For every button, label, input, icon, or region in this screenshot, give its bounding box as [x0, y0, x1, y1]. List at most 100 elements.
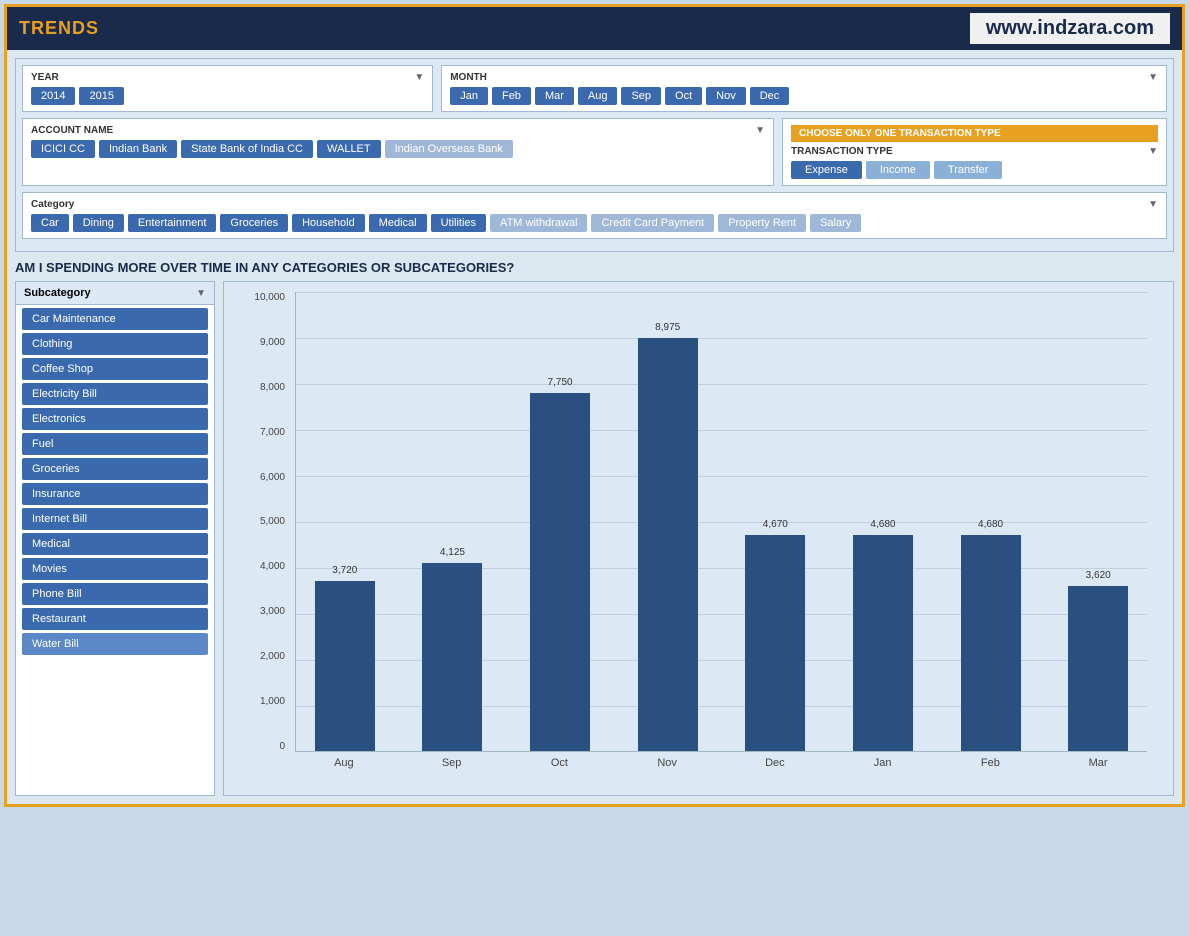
- year-chips: 2014 2015: [31, 87, 424, 105]
- category-chip-property[interactable]: Property Rent: [718, 214, 806, 232]
- category-chip-medical[interactable]: Medical: [369, 214, 427, 232]
- y-label-10000: 10,000: [254, 292, 285, 303]
- x-label-dec: Dec: [726, 757, 824, 782]
- subcategory-item-internet-bill[interactable]: Internet Bill: [22, 508, 208, 530]
- subcategory-item-medical[interactable]: Medical: [22, 533, 208, 555]
- subcategory-item-electricity-bill[interactable]: Electricity Bill: [22, 383, 208, 405]
- account-filter-icon[interactable]: ▼: [755, 125, 765, 136]
- month-chip-sep[interactable]: Sep: [621, 87, 661, 105]
- month-chip-dec[interactable]: Dec: [750, 87, 790, 105]
- bar-group-feb: 4,680: [942, 292, 1040, 751]
- subcategory-item-car-maintenance[interactable]: Car Maintenance: [22, 308, 208, 330]
- subcategory-header: Subcategory ▼: [16, 282, 214, 305]
- bar-oct: 7,750: [530, 393, 590, 751]
- account-chip-sbi[interactable]: State Bank of India CC: [181, 140, 313, 158]
- category-filter-icon[interactable]: ▼: [1148, 199, 1158, 210]
- subcategory-item-groceries[interactable]: Groceries: [22, 458, 208, 480]
- month-chip-mar[interactable]: Mar: [535, 87, 574, 105]
- year-filter-box: YEAR ▼ 2014 2015: [22, 65, 433, 112]
- year-chip-2015[interactable]: 2015: [79, 87, 123, 105]
- category-chip-entertainment[interactable]: Entertainment: [128, 214, 216, 232]
- account-transaction-row: ACCOUNT NAME ▼ ICICI CC Indian Bank Stat…: [22, 118, 1167, 186]
- category-chip-car[interactable]: Car: [31, 214, 69, 232]
- account-chips: ICICI CC Indian Bank State Bank of India…: [31, 140, 765, 158]
- y-label-5000: 5,000: [260, 516, 285, 527]
- x-label-oct: Oct: [511, 757, 609, 782]
- subcategory-item-clothing[interactable]: Clothing: [22, 333, 208, 355]
- month-chip-aug[interactable]: Aug: [578, 87, 618, 105]
- category-chip-dining[interactable]: Dining: [73, 214, 124, 232]
- month-filter-label: MONTH ▼: [450, 72, 1158, 83]
- subcategory-item-electronics[interactable]: Electronics: [22, 408, 208, 430]
- category-chip-salary[interactable]: Salary: [810, 214, 861, 232]
- trans-chip-expense[interactable]: Expense: [791, 161, 862, 179]
- x-label-feb: Feb: [942, 757, 1040, 782]
- category-filter-label: Category ▼: [31, 199, 1158, 210]
- header: TRENDS www.indzara.com: [7, 7, 1182, 50]
- month-chip-nov[interactable]: Nov: [706, 87, 746, 105]
- month-filter-icon[interactable]: ▼: [1148, 72, 1158, 83]
- x-axis-labels: AugSepOctNovDecJanFebMar: [295, 757, 1147, 782]
- subcategory-item-water-bill[interactable]: Water Bill: [22, 633, 208, 655]
- category-row: Category ▼ Car Dining Entertainment Groc…: [22, 192, 1167, 239]
- chart-bars: 3,720 4,125 7,750 8,975 4,670 4,680 4,680 3,620: [295, 292, 1147, 752]
- app-container: TRENDS www.indzara.com YEAR ▼ 2014 2015: [4, 4, 1185, 807]
- account-chip-wallet[interactable]: WALLET: [317, 140, 381, 158]
- main-content: YEAR ▼ 2014 2015 MONTH ▼ Jan: [7, 50, 1182, 804]
- bar-group-sep: 4,125: [404, 292, 502, 751]
- bar-aug: 3,720: [315, 581, 375, 751]
- bar-dec: 4,670: [745, 535, 805, 751]
- bar-value-jan: 4,680: [870, 519, 895, 530]
- trans-chip-income[interactable]: Income: [866, 161, 930, 179]
- subcategory-item-phone-bill[interactable]: Phone Bill: [22, 583, 208, 605]
- category-chip-groceries[interactable]: Groceries: [220, 214, 288, 232]
- category-chip-household[interactable]: Household: [292, 214, 365, 232]
- account-filter-box: ACCOUNT NAME ▼ ICICI CC Indian Bank Stat…: [22, 118, 774, 186]
- year-filter-label: YEAR ▼: [31, 72, 424, 83]
- x-label-nov: Nov: [618, 757, 716, 782]
- bar-mar: 3,620: [1068, 586, 1128, 751]
- subcategory-item-fuel[interactable]: Fuel: [22, 433, 208, 455]
- bar-feb: 4,680: [961, 535, 1021, 751]
- bar-group-dec: 4,670: [727, 292, 825, 751]
- y-label-3000: 3,000: [260, 606, 285, 617]
- bottom-section: Subcategory ▼ Car Maintenance Clothing C…: [15, 281, 1174, 796]
- month-filter-box: MONTH ▼ Jan Feb Mar Aug Sep Oct Nov Dec: [441, 65, 1167, 112]
- category-chip-credit[interactable]: Credit Card Payment: [591, 214, 714, 232]
- transaction-chips: Expense Income Transfer: [791, 161, 1158, 179]
- app-title: TRENDS: [19, 18, 99, 39]
- subcategory-item-coffee-shop[interactable]: Coffee Shop: [22, 358, 208, 380]
- chart-area: 10,000 9,000 8,000 7,000 6,000 5,000 4,0…: [223, 281, 1174, 796]
- trans-chip-transfer[interactable]: Transfer: [934, 161, 1003, 179]
- bar-value-feb: 4,680: [978, 519, 1003, 530]
- account-chip-icici[interactable]: ICICI CC: [31, 140, 95, 158]
- bar-jan: 4,680: [853, 535, 913, 751]
- subcategory-item-restaurant[interactable]: Restaurant: [22, 608, 208, 630]
- month-chip-jan[interactable]: Jan: [450, 87, 488, 105]
- warning-box: CHOOSE ONLY ONE TRANSACTION TYPE: [791, 125, 1158, 142]
- bar-value-dec: 4,670: [763, 519, 788, 530]
- year-chip-2014[interactable]: 2014: [31, 87, 75, 105]
- bar-value-aug: 3,720: [332, 565, 357, 576]
- bar-value-oct: 7,750: [548, 377, 573, 388]
- y-label-9000: 9,000: [260, 337, 285, 348]
- chart-container: 10,000 9,000 8,000 7,000 6,000 5,000 4,0…: [240, 292, 1157, 782]
- x-label-mar: Mar: [1049, 757, 1147, 782]
- year-filter-icon[interactable]: ▼: [414, 72, 424, 83]
- month-chip-oct[interactable]: Oct: [665, 87, 702, 105]
- account-chip-indian[interactable]: Indian Bank: [99, 140, 177, 158]
- subcategory-list[interactable]: Car Maintenance Clothing Coffee Shop Ele…: [16, 305, 214, 795]
- bar-value-nov: 8,975: [655, 322, 680, 333]
- transaction-filter-icon[interactable]: ▼: [1148, 146, 1158, 157]
- month-chip-feb[interactable]: Feb: [492, 87, 531, 105]
- subcategory-item-insurance[interactable]: Insurance: [22, 483, 208, 505]
- account-chip-overseas[interactable]: Indian Overseas Bank: [385, 140, 513, 158]
- month-chips: Jan Feb Mar Aug Sep Oct Nov Dec: [450, 87, 1158, 105]
- bar-value-mar: 3,620: [1086, 570, 1111, 581]
- bar-nov: 8,975: [638, 338, 698, 751]
- subcategory-item-movies[interactable]: Movies: [22, 558, 208, 580]
- category-chip-atm[interactable]: ATM withdrawal: [490, 214, 587, 232]
- category-chip-utilities[interactable]: Utilities: [431, 214, 486, 232]
- y-label-7000: 7,000: [260, 427, 285, 438]
- subcategory-filter-icon[interactable]: ▼: [196, 288, 206, 299]
